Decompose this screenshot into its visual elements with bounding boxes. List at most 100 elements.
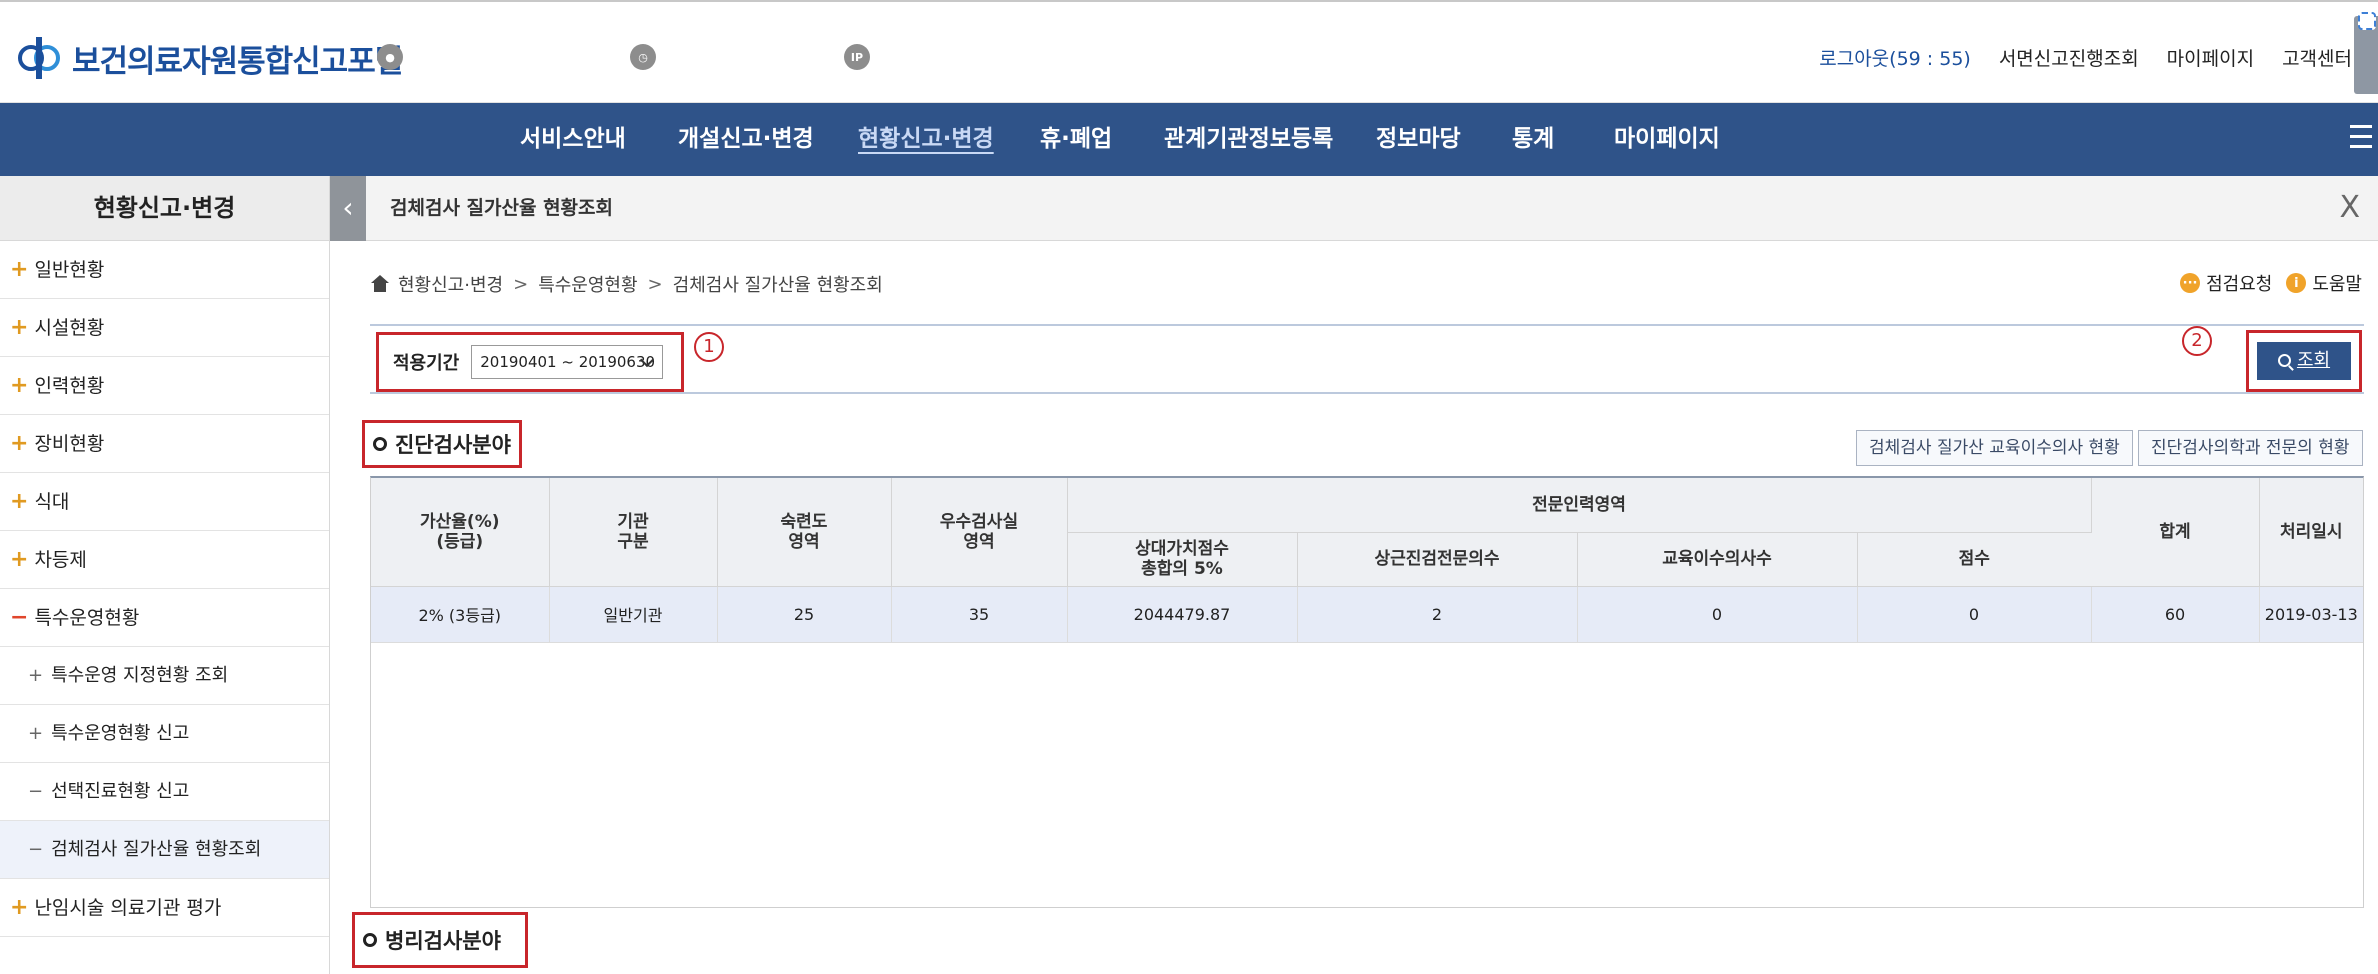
sidebar-sub-special-report[interactable]: + 특수운영현황 신고	[0, 705, 329, 763]
inspect-request-link[interactable]: 점검요청	[2206, 270, 2272, 296]
annotation-marker-2: 2	[2182, 326, 2212, 356]
plus-icon: +	[10, 547, 29, 572]
portal-logo[interactable]: 보건의료자원통합신고포털	[16, 32, 403, 84]
cell-rate: 2% (3등급)	[371, 586, 550, 643]
section-pathology: 병리검사분야	[352, 912, 528, 968]
specialist-status-button[interactable]: 진단검사의학과 전문의 현황	[2138, 430, 2363, 466]
period-select[interactable]: 20190401 ~ 20190630	[471, 345, 664, 379]
nav-item-mypage[interactable]: 마이페이지	[1614, 103, 1720, 176]
logout-link[interactable]: 로그아웃(59 : 55)	[1819, 44, 1971, 71]
tab-prev-chevron-icon[interactable]: ‹	[330, 176, 366, 241]
sidebar-sub-selective-care[interactable]: − 선택진료현황 신고	[0, 763, 329, 821]
chat-icon: ···	[2180, 273, 2201, 293]
cell-date: 2019-03-13	[2259, 586, 2363, 643]
sidebar: 현황신고·변경 + 일반현황 + 시설현황 + 인력현황 + 장비현황 + 식대 + 차등제…	[0, 176, 330, 974]
main-content: ‹ 검체검사 질가산율 현황조회 X 현황신고·변경 > 특수운영현황 > 검체…	[330, 176, 2378, 974]
clock-icon[interactable]: ◷	[630, 44, 656, 70]
mypage-link[interactable]: 마이페이지	[2167, 44, 2254, 71]
help-link[interactable]: 도움말	[2312, 270, 2362, 296]
nav-item-statistics[interactable]: 통계	[1512, 103, 1554, 176]
nav-item-agency-info[interactable]: 관계기관정보등록	[1164, 103, 1333, 176]
th-score: 점수	[1857, 532, 2092, 587]
top-header: 보건의료자원통합신고포털 ● ◷ IP 로그아웃(59 : 55) 서면신고진행…	[0, 0, 2378, 103]
sidebar-item-equipment[interactable]: + 장비현황	[0, 415, 329, 473]
hamburger-menu-icon[interactable]	[2350, 125, 2372, 153]
ip-icon[interactable]: IP	[844, 44, 870, 70]
nav-item-info-center[interactable]: 정보마당	[1376, 103, 1461, 176]
breadcrumb: 현황신고·변경 > 특수운영현황 > 검체검사 질가산율 현황조회	[370, 271, 883, 297]
th-lab: 우수검사실 영역	[891, 478, 1068, 587]
edu-doctor-status-button[interactable]: 검체검사 질가산 교육이수의사 현황	[1856, 430, 2133, 466]
sidebar-title: 현황신고·변경	[0, 176, 329, 241]
filter-bar: 적용기간 20190401 ~ 20190630 1 2 조회	[370, 324, 2364, 394]
breadcrumb-item[interactable]: 현황신고·변경	[398, 271, 503, 297]
minus-icon: −	[10, 605, 29, 630]
sidebar-item-infertility[interactable]: + 난임시술 의료기관 평가	[0, 879, 329, 937]
th-skill: 숙련도 영역	[717, 478, 892, 587]
sidebar-sub-special-designation[interactable]: + 특수운영 지정현황 조회	[0, 647, 329, 705]
sidebar-item-meal[interactable]: + 식대	[0, 473, 329, 531]
nav-item-open-report[interactable]: 개설신고·변경	[678, 103, 814, 176]
info-icon: i	[2286, 273, 2307, 293]
nav-item-service[interactable]: 서비스안내	[520, 103, 626, 176]
bullet-ring-icon	[363, 933, 377, 947]
nav-item-status-report[interactable]: 현황신고·변경	[858, 103, 994, 176]
minus-icon: −	[28, 781, 44, 802]
capture-icon[interactable]	[2358, 12, 2376, 30]
tab-title[interactable]: 검체검사 질가산율 현황조회	[390, 176, 613, 241]
user-icon[interactable]: ●	[377, 44, 403, 70]
help-links: ··· 점검요청 i 도움말	[2180, 270, 2362, 296]
search-icon	[2277, 354, 2291, 367]
home-icon[interactable]	[370, 275, 390, 293]
search-highlight: 조회	[2246, 330, 2362, 392]
support-link[interactable]: 고객센터	[2282, 44, 2352, 71]
sidebar-item-differential[interactable]: + 차등제	[0, 531, 329, 589]
cell-fulltime-specialist: 2	[1297, 586, 1578, 643]
sidebar-sub-specimen-quality[interactable]: − 검체검사 질가산율 현황조회	[0, 821, 329, 879]
cell-type: 일반기관	[549, 586, 718, 643]
diagnostic-table: 가산율(%) (등급) 기관 구분 숙련도 영역 우수검사실 영역 전문인력영역…	[370, 476, 2364, 908]
plus-icon: +	[10, 431, 29, 456]
plus-icon: +	[10, 489, 29, 514]
th-group-specialist: 전문인력영역	[1067, 478, 2092, 533]
chevron-right-icon: >	[647, 273, 663, 295]
cell-score: 0	[1857, 586, 2092, 643]
close-icon[interactable]: X	[2339, 190, 2360, 226]
section-title-pathology: 병리검사분야	[385, 929, 501, 953]
period-label: 적용기간	[393, 353, 460, 374]
breadcrumb-item[interactable]: 특수운영현황	[538, 271, 637, 297]
plus-icon: +	[10, 373, 29, 398]
th-relative-score: 상대가치점수 총합의 5%	[1067, 532, 1298, 587]
th-type: 기관 구분	[549, 478, 718, 587]
top-links: 로그아웃(59 : 55) 서면신고진행조회 마이페이지 고객센터	[1791, 44, 2352, 71]
sidebar-item-general[interactable]: + 일반현황	[0, 241, 329, 299]
cell-total: 60	[2091, 586, 2260, 643]
search-button[interactable]: 조회	[2257, 342, 2351, 380]
sidebar-item-special[interactable]: − 특수운영현황	[0, 589, 329, 647]
logo-icon	[18, 37, 60, 79]
cell-edu-doctor: 0	[1577, 586, 1858, 643]
sidebar-item-staff[interactable]: + 인력현황	[0, 357, 329, 415]
th-total: 합계	[2091, 478, 2260, 587]
th-edu-doctor: 교육이수의사수	[1577, 532, 1858, 587]
plus-icon: +	[28, 665, 44, 686]
section-diagnostic: 진단검사분야	[362, 420, 522, 468]
sidebar-item-facility[interactable]: + 시설현황	[0, 299, 329, 357]
paper-report-link[interactable]: 서면신고진행조회	[1999, 44, 2139, 71]
th-fulltime-specialist: 상근진검전문의수	[1297, 532, 1578, 587]
plus-icon: +	[10, 315, 29, 340]
main-nav: 서비스안내 개설신고·변경 현황신고·변경 휴·폐업 관계기관정보등록 정보마당…	[0, 103, 2378, 176]
table-row[interactable]: 2% (3등급) 일반기관 25 35 2044479.87 2 0 0 60 …	[371, 586, 2363, 643]
plus-icon: +	[10, 895, 29, 920]
nav-item-closure[interactable]: 휴·폐업	[1040, 103, 1112, 176]
cell-lab: 35	[891, 586, 1068, 643]
cell-skill: 25	[717, 586, 892, 643]
bullet-ring-icon	[373, 437, 387, 451]
th-rate: 가산율(%) (등급)	[371, 478, 550, 587]
cell-relative-score: 2044479.87	[1067, 586, 1298, 643]
chevron-right-icon: >	[513, 273, 529, 295]
plus-icon: +	[28, 723, 44, 744]
period-filter: 적용기간 20190401 ~ 20190630	[376, 332, 684, 392]
tab-bar: ‹ 검체검사 질가산율 현황조회 X	[330, 176, 2378, 241]
plus-icon: +	[10, 257, 29, 282]
